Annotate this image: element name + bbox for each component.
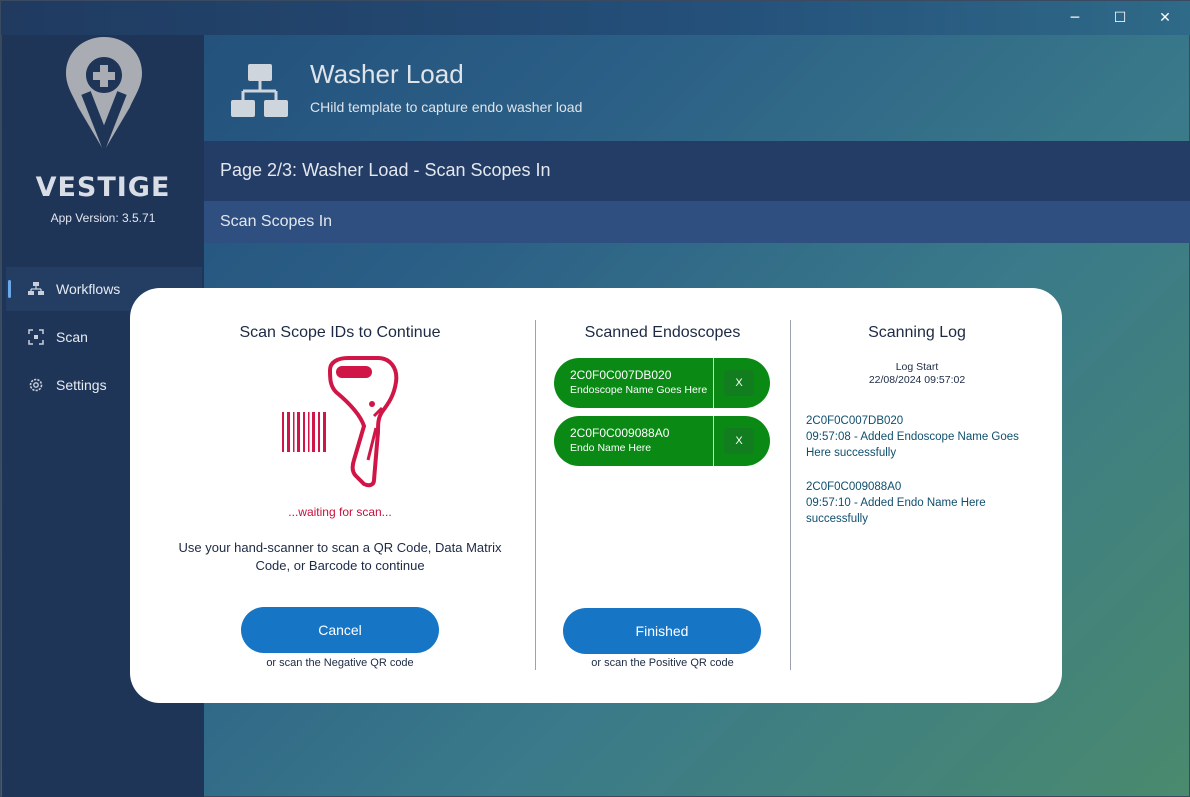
- finished-hint: or scan the Positive QR code: [591, 657, 734, 669]
- scan-title: Scan Scope IDs to Continue: [239, 324, 441, 341]
- brand-name: VESTIGE: [35, 172, 171, 203]
- scanned-scope-item: 2C0F0C007DB020 Endoscope Name Goes Here …: [554, 358, 770, 408]
- log-entry-id: 2C0F0C009088A0: [806, 481, 902, 493]
- hierarchy-icon: [231, 64, 288, 117]
- log-entry: 2C0F0C009088A0 09:57:10 - Added Endo Nam…: [806, 479, 1041, 527]
- remove-scope-button[interactable]: X: [724, 428, 754, 454]
- log-start-label: Log Start: [895, 361, 939, 373]
- sidebar-item-label: Settings: [56, 377, 107, 393]
- pill-separator: [713, 416, 714, 466]
- page-step-title: Page 2/3: Washer Load - Scan Scopes In: [204, 141, 1190, 201]
- column-divider: [535, 320, 536, 670]
- scope-name: Endoscope Name Goes Here: [570, 384, 708, 396]
- barcode-scanner-icon: [282, 356, 399, 488]
- log-start: Log Start 22/08/2024 09:57:02: [792, 361, 1042, 387]
- active-indicator: [8, 280, 11, 298]
- scope-id: 2C0F0C009088A0: [570, 426, 670, 440]
- scan-dialog: Scan Scope IDs to Continue ...waiting fo…: [130, 288, 1062, 703]
- cancel-button[interactable]: Cancel: [241, 607, 439, 653]
- log-entry: 2C0F0C007DB020 09:57:08 - Added Endoscop…: [806, 413, 1041, 461]
- scope-id: 2C0F0C007DB020: [570, 368, 672, 382]
- scanned-scope-item: 2C0F0C009088A0 Endo Name Here X: [554, 416, 770, 466]
- scanned-title: Scanned Endoscopes: [584, 324, 741, 341]
- scan-icon: [28, 329, 44, 345]
- log-entry-message: 09:57:10 - Added Endo Name Here successf…: [806, 497, 986, 525]
- scan-instructions: Use your hand-scanner to scan a QR Code,…: [178, 540, 502, 573]
- scope-name: Endo Name Here: [570, 442, 652, 454]
- title-bar: ─ ☐ ✕: [1, 1, 1190, 35]
- page-subtitle: CHild template to capture endo washer lo…: [310, 99, 583, 115]
- remove-scope-button[interactable]: X: [724, 370, 754, 396]
- log-entry-id: 2C0F0C007DB020: [806, 415, 904, 427]
- gear-icon: [29, 378, 43, 392]
- close-button[interactable]: ✕: [1142, 1, 1188, 35]
- log-start-time: 22/08/2024 09:57:02: [868, 374, 966, 386]
- vestige-logo-icon: [66, 37, 142, 153]
- minimize-button[interactable]: ─: [1052, 1, 1098, 35]
- column-divider: [790, 320, 791, 670]
- brand-logo: VESTIGE App Version: 3.5.71: [2, 35, 204, 275]
- finished-button[interactable]: Finished: [563, 608, 761, 654]
- app-window: ─ ☐ ✕ VESTIGE App Version: 3.5.71 Workfl…: [0, 0, 1190, 797]
- maximize-button[interactable]: ☐: [1097, 1, 1143, 35]
- sidebar-item-label: Scan: [56, 329, 88, 345]
- page-title: Washer Load: [310, 59, 464, 89]
- workflow-icon: [28, 282, 44, 295]
- waiting-status: ...waiting for scan...: [288, 505, 392, 519]
- sidebar-item-label: Workflows: [56, 281, 121, 297]
- log-entry-message: 09:57:08 - Added Endoscope Name Goes Her…: [806, 431, 1019, 459]
- app-version: App Version: 3.5.71: [50, 211, 156, 225]
- section-title: Scan Scopes In: [204, 201, 1190, 243]
- pill-separator: [713, 358, 714, 408]
- cancel-hint: or scan the Negative QR code: [266, 657, 414, 669]
- log-title: Scanning Log: [868, 324, 966, 341]
